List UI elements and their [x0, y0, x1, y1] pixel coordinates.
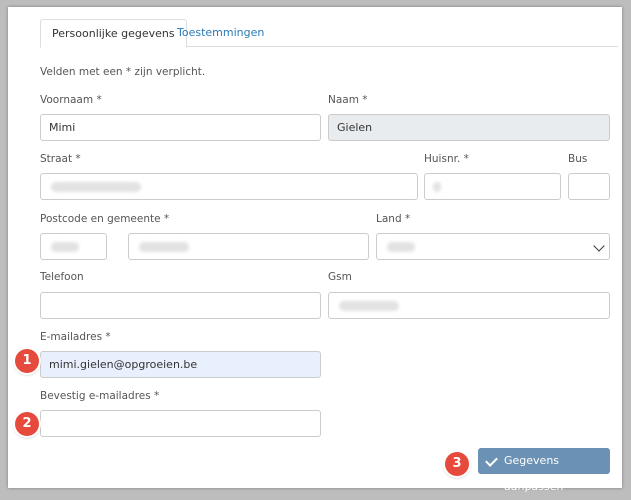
tab-persoonlijke-gegevens[interactable]: Persoonlijke gegevens — [40, 19, 187, 48]
postcode-label: Postcode en gemeente * — [40, 213, 170, 225]
tab-bar: Persoonlijke gegevens Toestemmingen — [40, 19, 618, 48]
gegevens-aanpassen-button[interactable]: Gegevens aanpassen — [478, 448, 610, 493]
redacted-value — [339, 301, 399, 311]
huisnr-input[interactable] — [424, 173, 561, 200]
tab-toestemmingen[interactable]: Toestemmingen — [166, 19, 275, 46]
bus-input[interactable] — [568, 173, 610, 200]
straat-label: Straat * — [40, 153, 81, 165]
redacted-value — [387, 242, 415, 252]
required-note: Velden met een * zijn verplicht. — [40, 66, 206, 78]
telefoon-label: Telefoon — [40, 271, 84, 283]
huisnr-label: Huisnr. * — [424, 153, 469, 165]
gsm-input[interactable] — [328, 292, 610, 319]
postcode-input[interactable] — [40, 233, 107, 260]
gsm-label: Gsm — [328, 271, 352, 283]
redacted-value — [51, 182, 141, 192]
redacted-value — [51, 242, 79, 252]
chevron-down-icon — [593, 240, 605, 252]
form-panel: Persoonlijke gegevens Toestemmingen Veld… — [8, 7, 622, 493]
email-label: E-mailadres * — [40, 331, 111, 343]
gemeente-input[interactable] — [128, 233, 369, 260]
email-input[interactable]: mimi.gielen@opgroeien.be — [40, 351, 321, 378]
step-badge-1: 1 — [15, 349, 39, 373]
land-select[interactable] — [376, 233, 610, 260]
straat-input[interactable] — [40, 173, 418, 200]
email-confirm-label: Bevestig e-mailadres * — [40, 390, 160, 402]
step-badge-3: 3 — [445, 452, 469, 476]
redacted-value — [139, 242, 189, 252]
email-confirm-input[interactable] — [40, 410, 321, 437]
naam-label: Naam * — [328, 94, 368, 106]
step-badge-2: 2 — [15, 412, 39, 436]
voornaam-input[interactable]: Mimi — [40, 114, 321, 141]
voornaam-label: Voornaam * — [40, 94, 102, 106]
land-label: Land * — [376, 213, 411, 225]
naam-input: Gielen — [328, 114, 610, 141]
gegevens-aanpassen-label: Gegevens aanpassen — [504, 454, 564, 493]
bus-label: Bus — [568, 153, 588, 165]
check-icon — [485, 454, 498, 467]
telefoon-input[interactable] — [40, 292, 321, 319]
redacted-value — [433, 182, 441, 192]
